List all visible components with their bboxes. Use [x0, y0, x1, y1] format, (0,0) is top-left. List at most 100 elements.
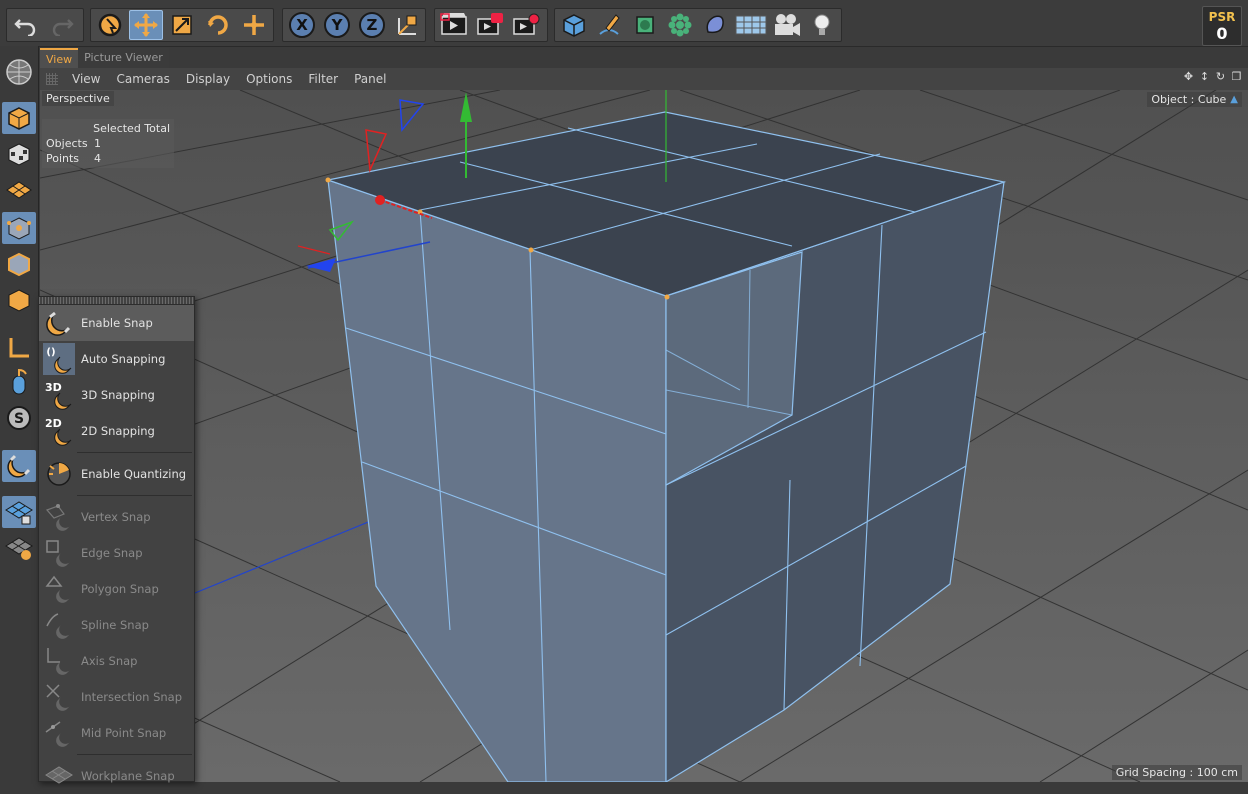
floor-environment-icon[interactable] [734, 10, 768, 40]
live-selection-icon[interactable] [93, 10, 127, 40]
spline-snap-item[interactable]: Spline Snap [39, 607, 194, 643]
snap-menu-grip[interactable] [39, 297, 194, 305]
psr-value: 0 [1216, 24, 1228, 43]
workplane-snap-item[interactable]: Workplane Snap [39, 758, 194, 794]
object-axis-icon: ▲ [1230, 94, 1238, 105]
menu-separator [77, 452, 192, 453]
points-mode-icon[interactable] [2, 212, 36, 244]
pan-view-icon[interactable]: ✥ [1183, 71, 1194, 83]
polygons-mode-icon[interactable] [2, 284, 36, 316]
coordinate-system-icon[interactable] [390, 10, 423, 40]
menu-view[interactable]: View [64, 72, 108, 86]
snap-toggle-icon[interactable] [2, 450, 36, 482]
zoom-view-icon[interactable]: ↕ [1199, 71, 1210, 83]
psr-indicator: PSR 0 [1202, 6, 1242, 46]
auto-snap-icon: () [41, 342, 77, 376]
pen-spline-icon[interactable] [592, 10, 625, 40]
menu-separator [77, 754, 192, 755]
spline-snap-icon [41, 608, 77, 642]
tweak-mode-icon[interactable] [2, 366, 36, 398]
menubar-grip[interactable] [46, 73, 58, 85]
rotate-tool-icon[interactable] [201, 10, 235, 40]
stats-row-objects: Objects 1 [46, 137, 101, 150]
x-axis-lock-button[interactable]: X [285, 10, 318, 40]
intersection-snap-item[interactable]: Intersection Snap [39, 679, 194, 715]
maximize-view-icon[interactable]: ❐ [1231, 71, 1242, 83]
auto-snapping-item[interactable]: () Auto Snapping [39, 341, 194, 377]
subdivision-surface-icon[interactable] [628, 10, 661, 40]
svg-text:(): () [46, 347, 55, 358]
stats-row-points: Points 4 [46, 152, 101, 165]
solo-mode-icon[interactable]: S [2, 402, 36, 434]
y-axis-lock-button[interactable]: Y [320, 10, 353, 40]
menu-panel[interactable]: Panel [346, 72, 394, 86]
vertex-snap-item[interactable]: Vertex Snap [39, 499, 194, 535]
z-axis-lock-button[interactable]: Z [355, 10, 388, 40]
svg-text:3D: 3D [45, 381, 62, 394]
scale-tool-icon[interactable] [165, 10, 199, 40]
render-picture-viewer-icon[interactable] [473, 10, 507, 40]
svg-text:Z: Z [366, 16, 377, 34]
mid-point-snap-item[interactable]: Mid Point Snap [39, 715, 194, 751]
move-tool-icon[interactable] [129, 10, 163, 40]
undo-icon[interactable] [9, 10, 43, 40]
viewport-nav-controls: ✥ ↕ ↻ ❐ [1183, 71, 1242, 83]
object-hud: Object : Cube ▲ [1147, 92, 1242, 107]
enable-snap-item[interactable]: Enable Snap [39, 305, 194, 341]
camera-icon[interactable] [770, 10, 803, 40]
globe-mode-icon[interactable] [2, 56, 36, 88]
svg-text:Y: Y [330, 16, 343, 34]
render-settings-icon[interactable] [509, 10, 543, 40]
snap-3d-icon: 3D [41, 378, 77, 412]
tab-view[interactable]: View [40, 48, 79, 68]
render-view-icon[interactable] [437, 10, 471, 40]
polygon-snap-item[interactable]: Polygon Snap [39, 571, 194, 607]
menu-cameras[interactable]: Cameras [108, 72, 177, 86]
edge-snap-icon [41, 536, 77, 570]
workplane-mode-icon[interactable] [2, 174, 36, 206]
axis-snap-item[interactable]: Axis Snap [39, 643, 194, 679]
polygon-snap-icon [41, 572, 77, 606]
camera-label[interactable]: Perspective [42, 91, 114, 106]
enable-quantizing-item[interactable]: Enable Quantizing [39, 456, 194, 492]
orbit-view-icon[interactable]: ↻ [1215, 71, 1226, 83]
quantize-icon [41, 457, 77, 491]
redo-icon[interactable] [45, 10, 79, 40]
selection-stats-hud: Selected Total Objects 1 Points 4 [42, 119, 174, 168]
3d-viewport[interactable]: Perspective Selected Total Objects 1 Poi… [40, 90, 1248, 782]
workplane-snap-icon [41, 759, 77, 793]
edge-snap-item[interactable]: Edge Snap [39, 535, 194, 571]
magnet-icon [41, 306, 77, 340]
edges-mode-icon[interactable] [2, 248, 36, 280]
render-group [434, 8, 548, 42]
object-label: Object : Cube [1151, 93, 1227, 106]
light-icon[interactable] [806, 10, 839, 40]
menu-options[interactable]: Options [238, 72, 300, 86]
left-tool-palette: S [0, 46, 39, 782]
deformer-icon[interactable] [699, 10, 732, 40]
menu-filter[interactable]: Filter [300, 72, 346, 86]
workplane-lock-icon[interactable] [2, 496, 36, 528]
svg-text:S: S [14, 411, 24, 427]
texture-mode-icon[interactable] [2, 138, 36, 170]
menu-display[interactable]: Display [178, 72, 238, 86]
axis-lock-group: X Y Z [282, 8, 426, 42]
stats-header: Selected Total [93, 122, 170, 135]
transform-tool-icon[interactable] [237, 10, 271, 40]
planar-workplane-icon[interactable] [2, 532, 36, 564]
axis-mode-icon[interactable] [2, 332, 36, 364]
snap-settings-menu: Enable Snap () Auto Snapping 3D 3D Snapp… [38, 296, 195, 784]
vertex-snap-icon [41, 500, 77, 534]
main-toolbar: X Y Z PSR 0 [0, 0, 1248, 47]
svg-text:X: X [296, 16, 308, 34]
midpoint-snap-icon [41, 716, 77, 750]
cloner-icon[interactable] [663, 10, 696, 40]
tab-picture-viewer[interactable]: Picture Viewer [78, 48, 169, 68]
transform-tools [90, 8, 274, 42]
2d-snapping-item[interactable]: 2D 2D Snapping [39, 413, 194, 449]
viewport-tabs: View Picture Viewer [40, 48, 169, 68]
cube-primitive-icon[interactable] [557, 10, 590, 40]
3d-snapping-item[interactable]: 3D 3D Snapping [39, 377, 194, 413]
svg-text:2D: 2D [45, 417, 62, 430]
model-mode-icon[interactable] [2, 102, 36, 134]
